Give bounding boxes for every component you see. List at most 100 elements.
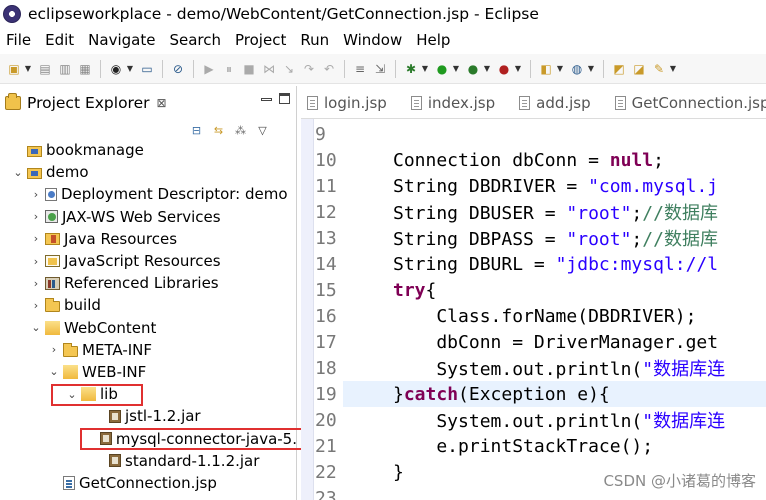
code-text: dbConn = DriverManager.get — [393, 332, 718, 353]
suspend-icon[interactable]: ⏸ — [221, 61, 237, 77]
menu-file[interactable]: File — [0, 31, 38, 49]
code-token-str: "数据库连 — [642, 411, 726, 432]
chevron-down-icon[interactable]: ⌄ — [30, 321, 42, 334]
open-task-icon[interactable]: ✎ — [651, 61, 667, 77]
code-line[interactable]: 11 String DBDRIVER = "com.mysql.j — [301, 173, 766, 199]
new-java-class-dropdown-icon[interactable]: ▼ — [587, 61, 595, 77]
step-return-icon[interactable]: ↶ — [321, 61, 337, 77]
chevron-right-icon[interactable]: › — [30, 255, 42, 268]
step-into-icon[interactable]: ↘ — [281, 61, 297, 77]
ws-icon — [45, 210, 58, 224]
menu-window[interactable]: Window — [336, 31, 409, 49]
tree-item[interactable]: › JAX-WS Web Services — [0, 206, 297, 228]
menu-project[interactable]: Project — [228, 31, 293, 49]
tab-index-jsp[interactable]: index.jsp — [410, 94, 495, 112]
code-line[interactable]: 16 Class.forName(DBDRIVER); — [301, 303, 766, 329]
save-icon[interactable]: ▤ — [37, 61, 53, 77]
debug-dropdown-icon[interactable]: ▼ — [421, 61, 429, 77]
use-step-filters-icon[interactable]: ≡ — [352, 61, 368, 77]
tree-item[interactable]: ⌄ lib — [0, 383, 297, 405]
maximize-icon[interactable] — [279, 93, 290, 104]
chevron-down-icon[interactable]: ⌄ — [12, 166, 24, 179]
terminate-icon[interactable]: ■ — [241, 61, 257, 77]
save-all-icon[interactable]: ▥ — [57, 61, 73, 77]
chevron-right-icon[interactable]: › — [48, 343, 60, 356]
tree-item[interactable]: bookmanage — [0, 139, 297, 161]
tree-item[interactable]: standard-1.1.2.jar — [0, 450, 297, 472]
link-with-editor-icon[interactable]: ⇆ — [212, 124, 225, 137]
menu-help[interactable]: Help — [409, 31, 457, 49]
code-line[interactable]: 10 Connection dbConn = null; — [301, 147, 766, 173]
run-dropdown-icon[interactable]: ▼ — [452, 61, 460, 77]
code-line[interactable]: 17 dbConn = DriverManager.get — [301, 329, 766, 355]
tab-getconnection-jsp[interactable]: GetConnection.jsp — [614, 94, 766, 112]
code-line[interactable]: 15 try{ — [301, 277, 766, 303]
run-icon[interactable]: ● — [434, 61, 450, 77]
collapse-all-icon[interactable]: ⊟ — [190, 124, 203, 137]
menu-run[interactable]: Run — [293, 31, 336, 49]
code-line[interactable]: 18 System.out.println("数据库连 — [301, 355, 766, 381]
new-dropdown-icon[interactable]: ▼ — [24, 61, 32, 77]
chevron-right-icon[interactable]: › — [30, 299, 42, 312]
tree-item[interactable]: › JavaScript Resources — [0, 250, 297, 272]
search-icon[interactable]: ◪ — [631, 61, 647, 77]
tree-item[interactable]: ⌄ WEB-INF — [0, 361, 297, 383]
resume-icon[interactable]: ▶ — [201, 61, 217, 77]
code-line[interactable]: 20 System.out.println("数据库连 — [301, 407, 766, 433]
project-explorer-tab[interactable]: Project Explorer ⊠ — [2, 88, 290, 118]
code-line[interactable]: 13 String DBPASS = "root";//数据库 — [301, 225, 766, 251]
tree-item[interactable]: ⌄ demo — [0, 161, 297, 183]
step-over-icon[interactable]: ↷ — [301, 61, 317, 77]
chevron-down-icon[interactable]: ⌄ — [48, 365, 60, 378]
tree-item[interactable]: › build — [0, 294, 297, 316]
new-java-class-icon[interactable]: ◍ — [569, 61, 585, 77]
chevron-right-icon[interactable]: › — [30, 188, 42, 201]
menu-navigate[interactable]: Navigate — [81, 31, 162, 49]
filters-icon[interactable]: ⁂ — [234, 124, 247, 137]
project-explorer-title: Project Explorer — [27, 94, 150, 112]
tree-item[interactable]: GetConnection.jsp — [0, 472, 297, 494]
code-line[interactable]: 14 String DBURL = "jdbc:mysql://l — [301, 251, 766, 277]
debug-icon[interactable]: ✱ — [403, 61, 419, 77]
coverage-dropdown-icon[interactable]: ▼ — [514, 61, 522, 77]
tree-item[interactable]: › Referenced Libraries — [0, 272, 297, 294]
menu-search[interactable]: Search — [162, 31, 228, 49]
tree-item[interactable]: › Java Resources — [0, 228, 297, 250]
code-editor[interactable]: 9 10 Connection dbConn = null; 11 String DBD… — [301, 118, 766, 500]
minimize-icon[interactable] — [261, 98, 272, 101]
chevron-right-icon[interactable]: › — [30, 210, 42, 223]
tree-item[interactable]: ⌄ WebContent — [0, 317, 297, 339]
external-tools-dropdown-icon[interactable]: ▼ — [483, 61, 491, 77]
new-icon[interactable]: ▣ — [6, 61, 22, 77]
tree-item[interactable]: jstl-1.2.jar — [0, 405, 297, 427]
code-line[interactable]: 21 e.printStackTrace(); — [301, 433, 766, 459]
file-icon — [614, 96, 626, 110]
close-icon[interactable]: ⊠ — [157, 96, 167, 110]
project-explorer-toolbar: ⊟ ⇆ ⁂ ▽ — [190, 120, 269, 140]
toolbar-separator — [100, 59, 101, 78]
server-dropdown-icon[interactable]: ▼ — [126, 61, 134, 77]
code-line[interactable]: 19}catch(Exception e){ — [301, 381, 766, 407]
console-icon[interactable]: ▭ — [139, 61, 155, 77]
tab-add-jsp[interactable]: add.jsp — [519, 94, 591, 112]
open-task-dropdown-icon[interactable]: ▼ — [669, 61, 677, 77]
code-line[interactable]: 12 String DBUSER = "root";//数据库 — [301, 199, 766, 225]
new-java-project-icon[interactable]: ◧ — [538, 61, 554, 77]
external-tools-icon[interactable]: ● — [465, 61, 481, 77]
coverage-icon[interactable]: ● — [496, 61, 512, 77]
skip-breakpoints-icon[interactable]: ⊘ — [170, 61, 186, 77]
tree-item[interactable]: › Deployment Descriptor: demo — [0, 183, 297, 205]
tab-login-jsp[interactable]: login.jsp — [307, 94, 387, 112]
chevron-right-icon[interactable]: › — [30, 232, 42, 245]
open-type-icon[interactable]: ◩ — [611, 61, 627, 77]
disconnect-icon[interactable]: ⋈ — [261, 61, 277, 77]
code-line[interactable]: 9 — [301, 121, 766, 147]
view-menu-icon[interactable]: ▽ — [256, 124, 269, 137]
chevron-right-icon[interactable]: › — [30, 277, 42, 290]
server-icon[interactable]: ◉ — [108, 61, 124, 77]
tree-item[interactable]: › META-INF — [0, 339, 297, 361]
drop-to-frame-icon[interactable]: ⇲ — [372, 61, 388, 77]
new-java-project-dropdown-icon[interactable]: ▼ — [556, 61, 564, 77]
menu-edit[interactable]: Edit — [38, 31, 81, 49]
print-icon[interactable]: ▦ — [77, 61, 93, 77]
